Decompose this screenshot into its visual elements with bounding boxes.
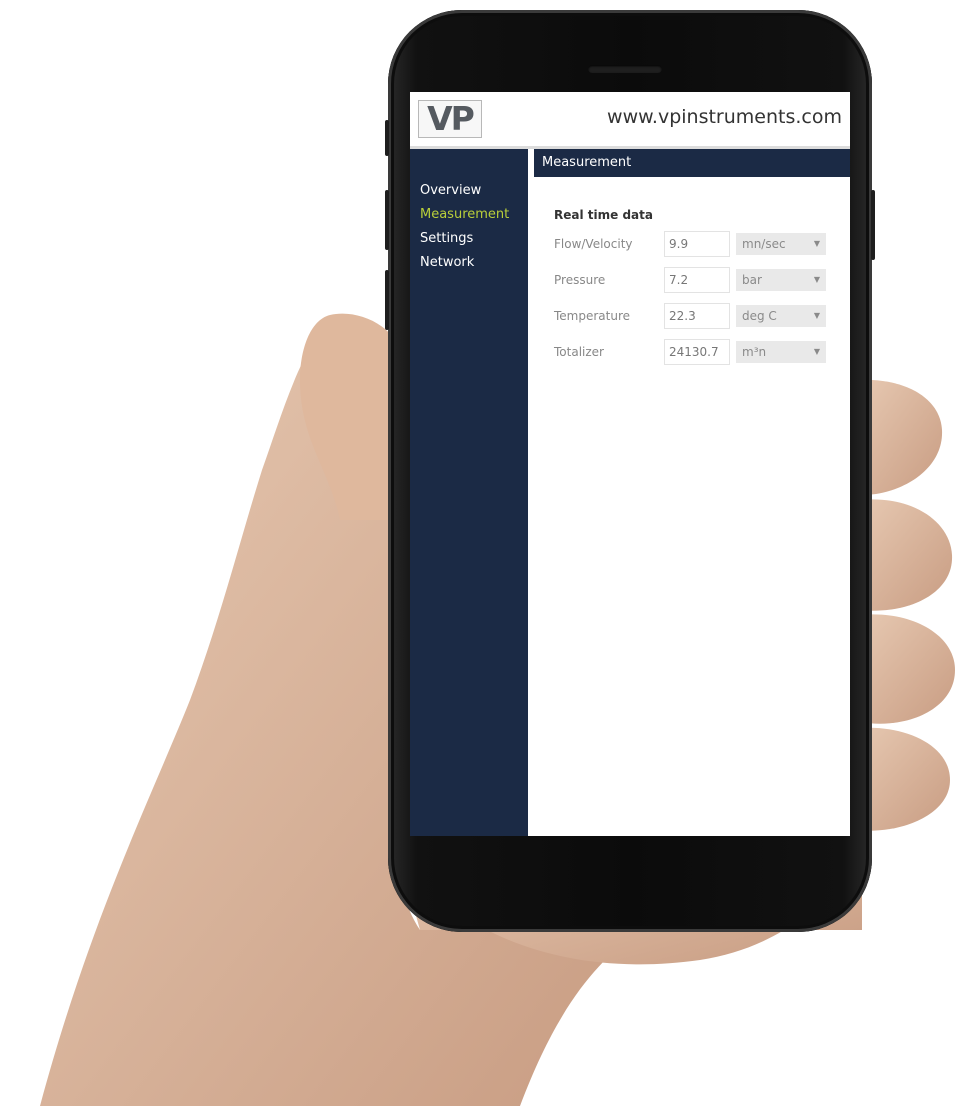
- vp-logo[interactable]: VP: [418, 100, 482, 138]
- pressure-unit-select[interactable]: bar ▼: [736, 269, 826, 291]
- unit-label: bar: [742, 273, 762, 287]
- chevron-down-icon: ▼: [813, 239, 820, 248]
- phone-device: VP www.vpinstruments.com Overview Measur…: [385, 10, 875, 932]
- flow-unit-select[interactable]: mn/sec ▼: [736, 233, 826, 255]
- row-label: Temperature: [554, 309, 631, 323]
- power-button: [871, 190, 875, 260]
- page-title: Measurement: [534, 149, 850, 177]
- nav-list: Overview Measurement Settings Network: [410, 179, 528, 275]
- sidebar-item-measurement[interactable]: Measurement: [410, 203, 528, 227]
- sidebar-item-overview[interactable]: Overview: [410, 179, 528, 203]
- unit-label: deg C: [742, 309, 777, 323]
- flow-value-field[interactable]: 9.9: [664, 231, 730, 257]
- earpiece-speaker: [588, 65, 662, 73]
- temperature-unit-select[interactable]: deg C ▼: [736, 305, 826, 327]
- sidebar: Overview Measurement Settings Network: [410, 149, 528, 836]
- chevron-down-icon: ▼: [813, 275, 820, 284]
- totalizer-value-field[interactable]: 24130.7: [664, 339, 730, 365]
- volume-down-button: [385, 270, 389, 330]
- pressure-value-field[interactable]: 7.2: [664, 267, 730, 293]
- row-label: Pressure: [554, 273, 606, 287]
- volume-up-button: [385, 190, 389, 250]
- temperature-value-field[interactable]: 22.3: [664, 303, 730, 329]
- unit-label: m³n: [742, 345, 767, 359]
- section-title: Real time data: [554, 208, 653, 222]
- totalizer-unit-select[interactable]: m³n ▼: [736, 341, 826, 363]
- sidebar-item-network[interactable]: Network: [410, 251, 528, 275]
- main-content: Measurement Real time data Flow/Velocity…: [534, 149, 850, 836]
- chevron-down-icon: ▼: [813, 347, 820, 356]
- unit-label: mn/sec: [742, 237, 786, 251]
- sidebar-item-settings[interactable]: Settings: [410, 227, 528, 251]
- phone-screen: VP www.vpinstruments.com Overview Measur…: [410, 92, 850, 836]
- row-label: Totalizer: [554, 345, 604, 359]
- row-label: Flow/Velocity: [554, 237, 633, 251]
- top-bar: VP www.vpinstruments.com: [410, 92, 850, 149]
- mute-switch: [385, 120, 389, 156]
- chevron-down-icon: ▼: [813, 311, 820, 320]
- site-url[interactable]: www.vpinstruments.com: [607, 106, 842, 128]
